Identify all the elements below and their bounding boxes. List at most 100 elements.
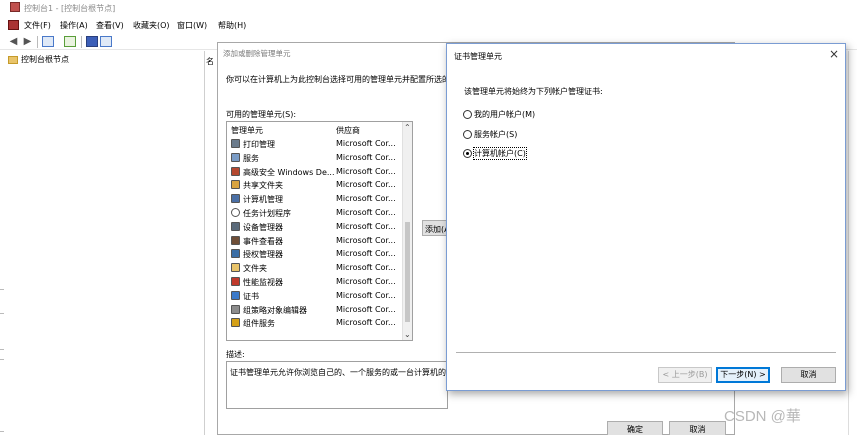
snapin-name: 组策略对象编辑器 [243, 305, 307, 315]
snapin-vendor: Microsoft Cor... [336, 208, 396, 217]
event-viewer-icon [231, 235, 240, 245]
cancel-button[interactable]: 取消 [669, 421, 726, 435]
services-icon [231, 152, 240, 162]
tree-item-console-root[interactable]: 控制台根节点 [8, 54, 69, 65]
watermark: CSDN @華 [724, 408, 801, 425]
radio-my-user-account[interactable]: 我的用户帐户(M) [463, 109, 535, 120]
group-policy-icon [231, 304, 240, 314]
scroll-down-icon[interactable]: ⌄ [404, 330, 411, 339]
snapin-vendor: Microsoft Cor... [336, 194, 396, 204]
menu-view[interactable]: 查看(V) [96, 20, 124, 31]
cert-cancel-button[interactable]: 取消 [781, 367, 836, 383]
menu-bar: 文件(F) 操作(A) 查看(V) 收藏夹(O) 窗口(W) 帮助(H) [0, 17, 857, 33]
scroll-up-icon[interactable]: ⌃ [404, 123, 411, 132]
dialog-description: 你可以在计算机上为此控制台选择可用的管理单元并配置所选的 [226, 75, 450, 84]
tree-item-label: 控制台根节点 [21, 55, 69, 64]
snapin-vendor: Microsoft Cor... [336, 304, 396, 314]
back-arrow-icon[interactable]: ◀ [8, 36, 19, 47]
radio-label: 计算机帐户(C) [473, 147, 527, 160]
snapin-row[interactable]: 高级安全 Windows De... Microsoft Cor... [227, 164, 403, 178]
snapin-vendor: Microsoft Cor... [336, 290, 396, 300]
description-text: 证书管理单元允许你浏览自己的、一个服务的或一台计算机的证 [230, 368, 454, 377]
snapin-vendor: Microsoft Cor... [336, 166, 396, 176]
snapin-name: 共享文件夹 [243, 181, 283, 191]
snapin-name: 授权管理器 [243, 250, 283, 260]
mmc-app-icon [10, 2, 20, 12]
close-icon[interactable]: × [829, 47, 839, 61]
snapin-row[interactable]: 任务计划程序 Microsoft Cor... [227, 205, 403, 219]
snapin-name: 高级安全 Windows De... [243, 167, 335, 177]
snapin-row[interactable]: 打印管理 Microsoft Cor... [227, 136, 403, 150]
component-services-icon [231, 318, 240, 328]
snapin-name: 组件服务 [243, 319, 275, 329]
snapin-vendor: Microsoft Cor... [336, 249, 396, 259]
snapin-vendor: Microsoft Cor... [336, 318, 396, 328]
name-column-header: 名 [206, 57, 214, 66]
shared-folder-icon [231, 180, 240, 190]
snapin-row[interactable]: 文件夹 Microsoft Cor... [227, 260, 403, 274]
snapin-vendor: Microsoft Cor... [336, 263, 396, 273]
show-hide-action-pane-icon[interactable] [100, 36, 112, 47]
snapin-name: 服务 [243, 153, 259, 163]
printer-icon [231, 139, 240, 148]
list-scrollbar[interactable]: ⌃ ⌄ [402, 122, 412, 340]
snapin-vendor: Microsoft Cor... [336, 180, 396, 190]
back-button[interactable]: < 上一步(B) [658, 367, 712, 383]
title-bar: 控制台1 - [控制台根节点] [0, 0, 857, 16]
clock-icon [231, 208, 240, 217]
mmc-menu-icon[interactable] [8, 20, 19, 30]
snapin-vendor: Microsoft Cor... [336, 221, 396, 231]
snapin-name: 文件夹 [243, 264, 267, 274]
snapin-name: 任务计划程序 [243, 209, 291, 218]
snapin-row[interactable]: 共享文件夹 Microsoft Cor... [227, 177, 403, 191]
export-list-icon[interactable] [64, 36, 76, 47]
snapin-row[interactable]: 设备管理器 Microsoft Cor... [227, 219, 403, 233]
folder-icon [8, 55, 18, 64]
actions-pane [848, 51, 857, 435]
radio-button-selected-icon[interactable] [463, 149, 472, 158]
available-snapins-label: 可用的管理单元(S): [226, 110, 297, 119]
snapin-row[interactable]: 性能监视器 Microsoft Cor... [227, 274, 403, 288]
console-tree: 控制台根节点 [0, 51, 205, 435]
menu-file[interactable]: 文件(F) [24, 20, 51, 31]
column-header-vendor[interactable]: 供应商 [336, 125, 360, 136]
snapin-vendor: Microsoft Cor... [336, 277, 396, 286]
snapin-row[interactable]: 组件服务 Microsoft Cor... [227, 315, 403, 329]
snapin-row[interactable]: 服务 Microsoft Cor... [227, 150, 403, 164]
snapin-row[interactable]: 事件查看器 Microsoft Cor... [227, 233, 403, 247]
snapin-name: 设备管理器 [243, 222, 283, 232]
snapin-row[interactable]: 授权管理器 Microsoft Cor... [227, 246, 403, 260]
column-header-snapin[interactable]: 管理单元 [231, 125, 263, 136]
snapin-vendor: Microsoft Cor... [336, 152, 396, 162]
computer-management-icon [231, 194, 240, 204]
radio-button-icon[interactable] [463, 110, 472, 119]
radio-button-icon[interactable] [463, 130, 472, 139]
snapin-name: 性能监视器 [243, 278, 283, 287]
snapin-row[interactable]: 计算机管理 Microsoft Cor... [227, 191, 403, 205]
cert-dialog-title: 证书管理单元 [454, 52, 502, 61]
snapin-row[interactable]: 组策略对象编辑器 Microsoft Cor... [227, 302, 403, 316]
available-snapins-list[interactable]: 管理单元 供应商 打印管理 Microsoft Cor... 服务 Microsoft… [226, 121, 413, 341]
results-pane: 名 [205, 51, 217, 435]
snapin-name: 事件查看器 [243, 236, 283, 246]
next-button[interactable]: 下一步(N) > [716, 367, 770, 383]
menu-favorites[interactable]: 收藏夹(O) [133, 20, 170, 31]
scroll-thumb[interactable] [405, 222, 410, 322]
radio-label: 服务帐户(S) [474, 130, 518, 139]
show-hide-tree-icon[interactable] [42, 36, 54, 47]
snapin-row[interactable]: 证书 Microsoft Cor... [227, 288, 403, 302]
snapin-name: 计算机管理 [243, 195, 283, 205]
radio-service-account[interactable]: 服务帐户(S) [463, 129, 517, 140]
help-icon[interactable] [86, 36, 98, 47]
menu-action[interactable]: 操作(A) [60, 20, 88, 31]
menu-window[interactable]: 窗口(W) [177, 20, 207, 31]
authorization-icon [231, 249, 240, 259]
radio-computer-account[interactable]: 计算机帐户(C) [463, 147, 527, 160]
device-manager-icon [231, 221, 240, 231]
ok-button[interactable]: 确定 [607, 421, 663, 435]
forward-arrow-icon[interactable]: ▶ [22, 36, 33, 47]
account-prompt: 该管理单元将始终为下列帐户管理证书: [464, 87, 603, 96]
menu-help[interactable]: 帮助(H) [218, 20, 246, 31]
dialog-title: 添加或删除管理单元 [223, 49, 291, 58]
description-label: 描述: [226, 350, 245, 359]
